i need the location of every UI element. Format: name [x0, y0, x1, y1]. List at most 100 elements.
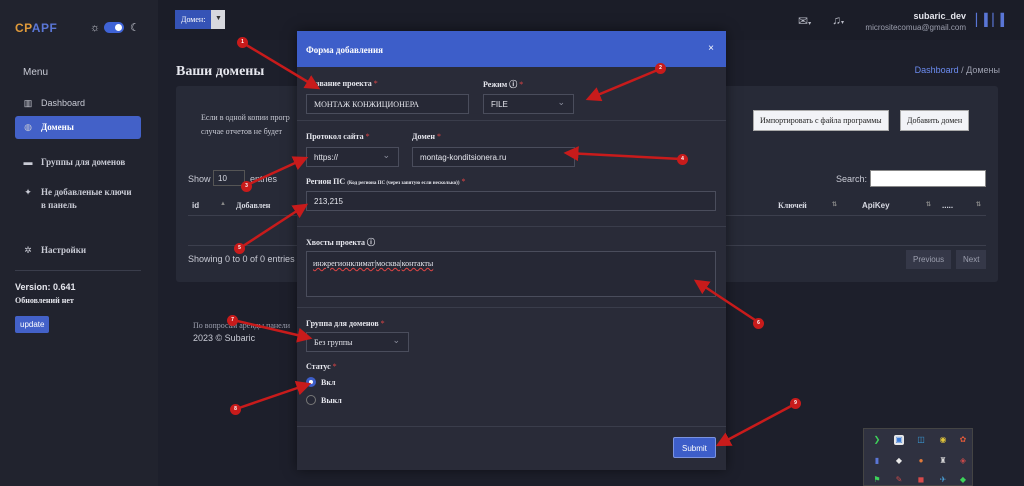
mode-select[interactable]: FILE	[483, 94, 574, 114]
app-icon[interactable]: ◉	[938, 435, 948, 445]
sidebar-item-dashboard[interactable]: ▥ Dashboard	[15, 92, 141, 115]
help-icon[interactable]: ⓘ	[509, 80, 517, 89]
divider	[297, 120, 726, 121]
group-select[interactable]: Без группы	[306, 332, 409, 352]
region-input[interactable]: 213,215	[306, 191, 716, 211]
domain-select-label: Домен:	[175, 10, 212, 29]
annotation-number: 4	[677, 154, 688, 165]
domain-select[interactable]: Домен: ▼	[175, 10, 226, 29]
search-input[interactable]	[870, 170, 986, 187]
column-header-added[interactable]: Добавлен	[236, 201, 270, 210]
footer-copyright: 2023 © Subaric	[193, 333, 256, 343]
sidebar-item-missing-keys[interactable]: ✦ Не добавленые ключи в панель	[15, 180, 141, 218]
app-icon[interactable]: ✿	[958, 435, 968, 445]
region-hint: (Код региона ПС (через запятую если неск…	[347, 181, 460, 186]
theme-toggle[interactable]	[104, 22, 124, 33]
domain-input[interactable]: montag-konditsionera.ru	[412, 147, 575, 167]
add-domain-modal: Форма добавления × Название проекта * МО…	[297, 31, 726, 470]
radio-unchecked[interactable]	[306, 395, 316, 405]
entries-select-value: 10	[218, 174, 227, 183]
next-button[interactable]: Next	[956, 250, 987, 269]
status-off-radio[interactable]: Выкл	[306, 395, 342, 405]
column-header-more[interactable]: .....	[942, 201, 953, 210]
app-icon[interactable]: ●	[916, 456, 926, 466]
app-logo[interactable]: CPAPF	[15, 21, 57, 35]
stats-icon[interactable]: ▏▍▏▍	[976, 13, 1010, 27]
label-text: Домен	[412, 132, 435, 141]
project-name-input[interactable]: МОНТАЖ КОНЖИЦИОНЕРА	[306, 94, 469, 114]
app-icon[interactable]: ◼	[916, 475, 926, 485]
app-icon[interactable]: ▮	[872, 456, 882, 466]
domain-label: Домен *	[412, 132, 441, 141]
app-icon[interactable]: ◈	[958, 456, 968, 466]
sort-icon: ▲	[220, 201, 226, 207]
required-mark: *	[373, 79, 378, 88]
protocol-select[interactable]: https://	[306, 147, 399, 167]
help-icon[interactable]: ⓘ	[367, 238, 375, 247]
star-icon: ✦	[24, 187, 32, 197]
add-domain-button[interactable]: Добавить домен	[900, 110, 970, 131]
sidebar-divider	[15, 270, 141, 271]
label-text: Статус	[306, 362, 331, 371]
region-label: Регион ПС (Код региона ПС (через запятую…	[306, 177, 466, 186]
tails-textarea[interactable]: инжрегионклимат|москва|контакты	[306, 251, 716, 297]
breadcrumb-separator: /	[961, 65, 964, 75]
app-icon[interactable]: ◆	[894, 456, 904, 466]
annotation-number: 8	[230, 404, 241, 415]
menu-title: Menu	[23, 67, 49, 78]
entries-select[interactable]: 10	[213, 170, 245, 186]
status-on-radio[interactable]: Вкл	[306, 377, 335, 387]
update-button[interactable]: update	[15, 316, 50, 333]
app-icon[interactable]: ❯	[872, 435, 882, 445]
tail-word: контакты	[401, 259, 434, 268]
submit-button[interactable]: Submit	[673, 437, 716, 458]
page-title: Ваши домены	[176, 64, 265, 79]
annotation-number: 1	[237, 37, 248, 48]
column-header-keys[interactable]: Ключей	[778, 201, 807, 210]
sidebar-item-settings[interactable]: ✲ Настройки	[15, 239, 141, 262]
entries-label: entries	[250, 174, 278, 184]
label-text: Группа для доменов	[306, 319, 379, 328]
required-mark: *	[380, 319, 385, 328]
required-mark: *	[461, 177, 466, 186]
app-icon[interactable]: ♜	[938, 456, 948, 466]
import-button[interactable]: Импортировать с файла программы	[753, 110, 889, 131]
user-name[interactable]: subaric_dev	[913, 11, 966, 21]
sidebar-item-domains[interactable]: ◍ Домены	[15, 116, 141, 139]
globe-icon: ◍	[24, 122, 32, 132]
app-icon[interactable]: ◫	[916, 435, 926, 445]
chart-icon: ▥	[23, 98, 33, 108]
app-icon[interactable]: ◆	[958, 475, 968, 485]
required-mark: *	[519, 80, 524, 89]
breadcrumb: Dashboard / Домены	[915, 65, 1000, 75]
info-line: Если в одной копии прогр	[201, 113, 290, 122]
showing-info: Showing 0 to 0 of 0 entries	[188, 254, 295, 264]
radio-checked[interactable]	[306, 377, 316, 387]
system-tray-popup: ❯ ▣ ◫ ◉ ✿ ▮ ◆ ● ♜ ◈ ⚑ ✎ ◼ ✈ ◆	[863, 428, 973, 486]
previous-button[interactable]: Previous	[906, 250, 952, 269]
sidebar-item-label: Dashboard	[41, 98, 86, 108]
protocol-select-value: https://	[314, 153, 339, 162]
moon-icon: ☾	[130, 22, 140, 34]
sidebar-item-label: Группы для доменов	[41, 157, 126, 167]
column-header-id[interactable]: id	[192, 201, 199, 210]
group-label: Группа для доменов *	[306, 319, 385, 328]
sun-icon: ☼	[90, 22, 101, 34]
breadcrumb-dashboard-link[interactable]: Dashboard	[915, 65, 959, 75]
annotation-number: 7	[227, 315, 238, 326]
label-text: Хвосты проекта	[306, 238, 366, 247]
info-line: случае отчетов не будет	[201, 127, 283, 136]
mail-icon[interactable]: ✉▾	[798, 14, 811, 28]
sidebar-item-domain-groups[interactable]: ▬ Группы для доменов	[15, 151, 141, 173]
divider	[297, 226, 726, 227]
app-icon[interactable]: ▣	[894, 435, 904, 445]
tails-label: Хвосты проекта ⓘ	[306, 237, 375, 248]
modal-title: Форма добавления	[306, 45, 383, 55]
app-icon[interactable]: ⚑	[872, 475, 882, 485]
app-icon[interactable]: ✈	[938, 475, 948, 485]
app-icon[interactable]: ✎	[894, 475, 904, 485]
bell-icon[interactable]: ♫▾	[832, 13, 844, 27]
close-icon[interactable]: ×	[708, 43, 714, 54]
show-label: Show	[188, 174, 211, 184]
column-header-apikey[interactable]: ApiKey	[862, 201, 890, 210]
